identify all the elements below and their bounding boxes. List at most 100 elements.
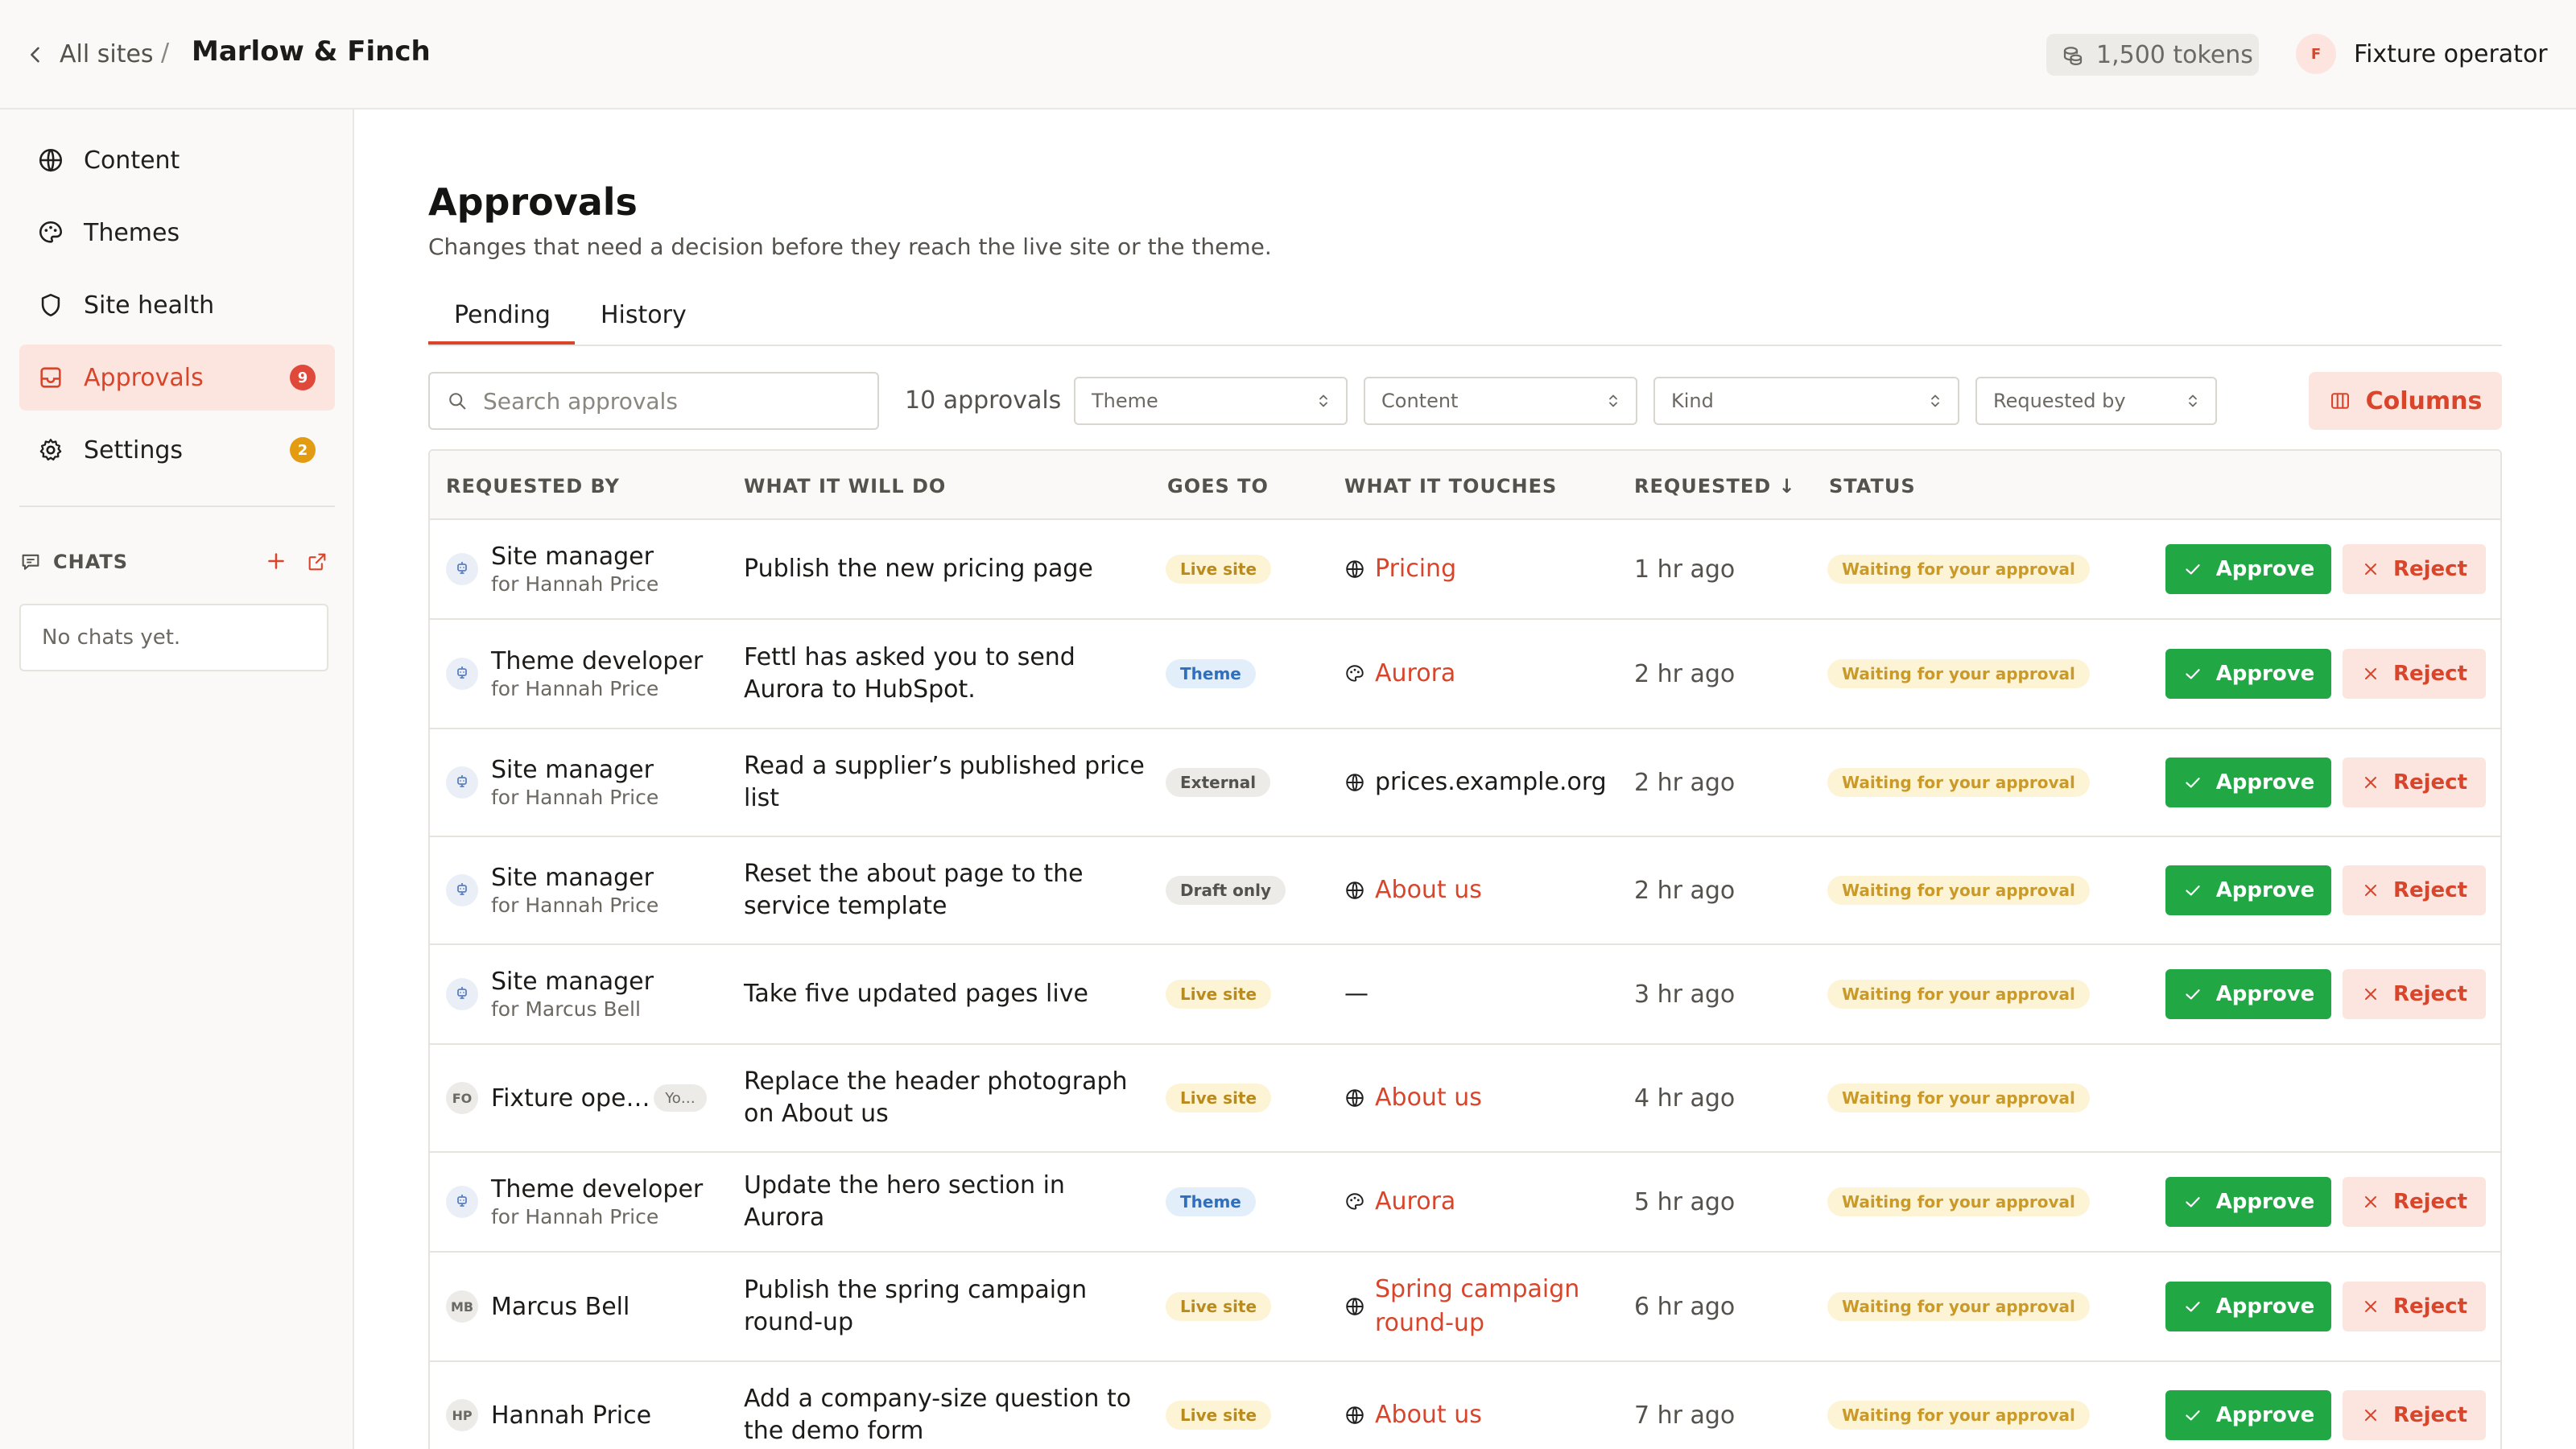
active-tab-indicator <box>428 341 575 345</box>
coins-icon <box>2063 47 2083 66</box>
shield-icon <box>41 293 60 317</box>
user-name: Fixture operator <box>2354 39 2548 68</box>
all-sites-label: All sites <box>60 40 154 68</box>
columns-button[interactable]: Columns <box>2309 372 2502 430</box>
settings-count-badge: 2 <box>290 437 316 463</box>
reject-button[interactable]: Reject <box>2343 865 2486 915</box>
sidebar-item-content[interactable]: Content <box>19 127 335 193</box>
approve-button[interactable]: Approve <box>2165 758 2331 807</box>
tab-history[interactable]: History <box>601 301 687 329</box>
header-what-it-will-do: WHAT IT WILL DO <box>744 475 947 497</box>
check-icon <box>2186 1410 2200 1421</box>
actions-cell: Approve Reject <box>430 620 2500 728</box>
content-filter[interactable]: Content <box>1364 377 1637 425</box>
sidebar-item-settings[interactable]: Settings 2 <box>19 417 335 483</box>
globe-icon <box>39 148 63 172</box>
kind-filter[interactable]: Kind <box>1653 377 1959 425</box>
chevron-left-icon <box>31 47 39 62</box>
columns-label: Columns <box>2365 386 2483 415</box>
table-row: Site manager for Hannah Price Read a sup… <box>430 729 2500 837</box>
approve-button[interactable]: Approve <box>2165 544 2331 594</box>
chat-icon <box>22 554 39 570</box>
avatar: F <box>2296 34 2336 74</box>
search-icon <box>449 393 466 410</box>
table-row: MB Marcus Bell Publish the spring campai… <box>430 1253 2500 1362</box>
approve-label: Approve <box>2215 982 2315 1006</box>
approvals-count-badge: 9 <box>290 365 316 390</box>
sidebar-divider <box>19 506 335 507</box>
requested-by-filter[interactable]: Requested by <box>1975 377 2217 425</box>
header-status: STATUS <box>1829 475 1916 497</box>
page-subtitle: Changes that need a decision before they… <box>428 233 1272 260</box>
approve-button[interactable]: Approve <box>2165 649 2331 699</box>
sidebar-item-label: Settings <box>84 436 184 464</box>
header-goes-to: GOES TO <box>1167 475 1269 497</box>
table-row: Theme developer for Hannah Price Fettl h… <box>430 620 2500 729</box>
check-icon <box>2186 564 2200 575</box>
approve-button[interactable]: Approve <box>2165 969 2331 1019</box>
table-row: HP Hannah Price Add a company-size quest… <box>430 1362 2500 1449</box>
sidebar-item-approvals[interactable]: Approvals 9 <box>19 345 335 411</box>
reject-label: Reject <box>2392 1190 2468 1214</box>
requested-by-filter-label: Requested by <box>1993 390 2126 412</box>
close-icon <box>2364 1196 2376 1208</box>
actions-cell: Approve Reject <box>430 520 2500 618</box>
approve-label: Approve <box>2215 1294 2315 1319</box>
actions-cell: Approve Reject <box>430 1253 2500 1360</box>
approve-label: Approve <box>2215 1190 2315 1214</box>
token-label: 1,500 tokens <box>2096 40 2253 69</box>
search-input[interactable] <box>483 387 853 415</box>
approvals-count: 10 approvals <box>905 386 1062 415</box>
approve-button[interactable]: Approve <box>2165 1177 2331 1227</box>
approve-button[interactable]: Approve <box>2165 1282 2331 1331</box>
chevron-updown-icon <box>1609 394 1617 407</box>
theme-filter[interactable]: Theme <box>1074 377 1348 425</box>
sidebar-item-label: Content <box>84 146 180 175</box>
table-row: FO Fixture ope… Yo… Replace the header p… <box>430 1045 2500 1153</box>
header-requested-sort[interactable]: REQUESTED ↓ <box>1634 475 1796 497</box>
close-icon <box>2364 564 2376 575</box>
table-row: Site manager for Marcus Bell Take five u… <box>430 945 2500 1045</box>
external-link-icon[interactable] <box>306 551 328 573</box>
sidebar-item-label: Themes <box>84 218 180 247</box>
actions-cell: Approve Reject <box>430 1362 2500 1449</box>
approve-button[interactable]: Approve <box>2165 1390 2331 1440</box>
reject-button[interactable]: Reject <box>2343 758 2486 807</box>
reject-button[interactable]: Reject <box>2343 1177 2486 1227</box>
approve-button[interactable]: Approve <box>2165 865 2331 915</box>
kind-filter-label: Kind <box>1671 390 1714 412</box>
reject-label: Reject <box>2392 662 2468 686</box>
tab-pending[interactable]: Pending <box>454 301 551 329</box>
user-menu[interactable]: F Fixture operator <box>2296 34 2548 74</box>
chevron-updown-icon <box>1319 394 1327 407</box>
header-requested-by: REQUESTED BY <box>446 475 620 497</box>
check-icon <box>2186 1302 2200 1312</box>
reject-button[interactable]: Reject <box>2343 969 2486 1019</box>
header-what-it-touches: WHAT IT TOUCHES <box>1344 475 1558 497</box>
plus-icon[interactable] <box>262 547 290 575</box>
chats-empty-text: No chats yet. <box>42 625 181 650</box>
sidebar-item-themes[interactable]: Themes <box>19 200 335 266</box>
all-sites-link[interactable]: All sites <box>24 40 154 68</box>
check-icon <box>2186 1197 2200 1208</box>
reject-button[interactable]: Reject <box>2343 544 2486 594</box>
chevron-updown-icon <box>2189 394 2197 407</box>
check-icon <box>2186 778 2200 788</box>
close-icon <box>2364 1301 2376 1312</box>
columns-icon <box>2330 393 2349 409</box>
reject-label: Reject <box>2392 557 2468 581</box>
check-icon <box>2186 886 2200 896</box>
reject-label: Reject <box>2392 1403 2468 1427</box>
approve-label: Approve <box>2215 557 2315 581</box>
approve-label: Approve <box>2215 770 2315 795</box>
search-field[interactable] <box>428 372 879 430</box>
sidebar: Content Themes Site health Approvals 9 S… <box>0 109 354 1449</box>
sidebar-item-site-health[interactable]: Site health <box>19 272 335 338</box>
chats-title: CHATS <box>53 551 129 573</box>
actions-cell: Approve Reject <box>430 1153 2500 1251</box>
table-row: Site manager for Hannah Price Publish th… <box>430 520 2500 620</box>
reject-label: Reject <box>2392 770 2468 795</box>
reject-button[interactable]: Reject <box>2343 1390 2486 1440</box>
reject-button[interactable]: Reject <box>2343 649 2486 699</box>
reject-button[interactable]: Reject <box>2343 1282 2486 1331</box>
